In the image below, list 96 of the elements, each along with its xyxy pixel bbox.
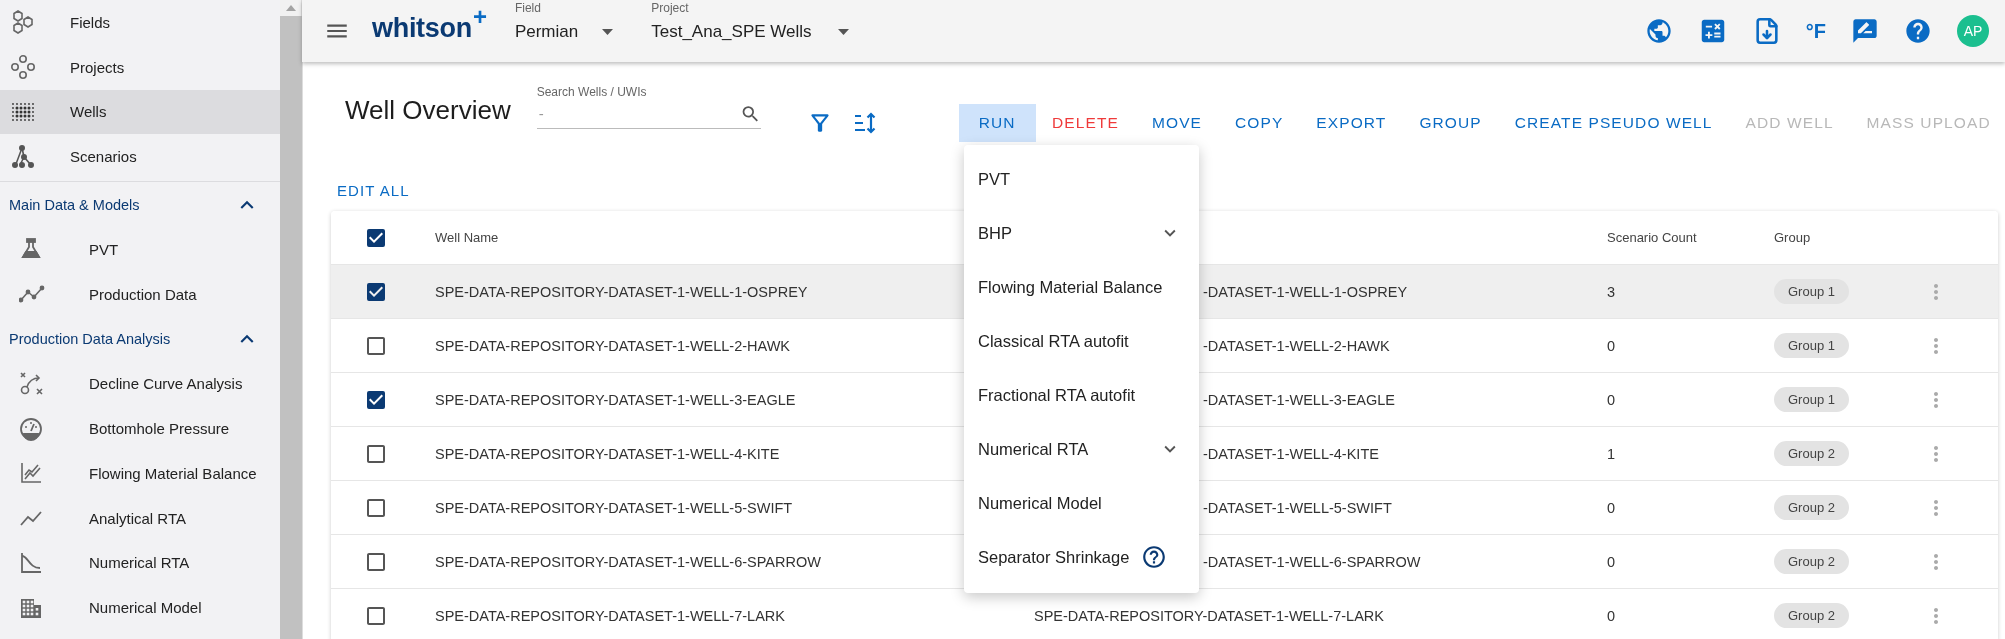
- nav-item[interactable]: Projects: [0, 44, 280, 90]
- table-cell: -DATASET-1-WELL-2-HAWK: [1203, 337, 1390, 354]
- menu-item[interactable]: Fractional RTA autofit: [964, 368, 1199, 422]
- group-tag: Group 1: [1774, 279, 1849, 304]
- section-title[interactable]: Production Data Analysis: [9, 330, 171, 347]
- field-label: Search Wells / UWIs: [536, 85, 648, 99]
- action-button[interactable]: GROUP: [1402, 104, 1499, 142]
- search-input[interactable]: -: [536, 104, 740, 123]
- nav-item[interactable]: Bottomhole Pressure: [0, 406, 280, 451]
- unit-button[interactable]: °F: [1805, 19, 1826, 43]
- table-cell: SPE-DATA-REPOSITORY-DATASET-1-WELL-1-OSPREY: [435, 283, 808, 300]
- nav-label: Bottomhole Pressure: [89, 420, 230, 438]
- hexagons-icon: [10, 9, 36, 36]
- table-cell: SPE-DATA-REPOSITORY-DATASET-1-WELL-7-LARK: [1034, 607, 1384, 624]
- table-cell: -DATASET-1-WELL-5-SWIFT: [1203, 499, 1392, 516]
- group-tag: Group 1: [1774, 333, 1849, 358]
- select-field[interactable]: Field Permian: [514, 0, 614, 62]
- group-tag: Group 2: [1774, 603, 1849, 628]
- dropdown-icon: [602, 29, 614, 35]
- crossed-curve-icon: [19, 370, 45, 397]
- nav-label: Wells: [70, 103, 107, 121]
- nav-item[interactable]: Production Data: [0, 271, 280, 317]
- menu-item[interactable]: Classical RTA autofit: [964, 314, 1199, 368]
- menu-item[interactable]: Numerical RTA: [964, 422, 1199, 476]
- section-title[interactable]: Main Data & Models: [9, 196, 140, 213]
- menu-item[interactable]: Separator Shrinkage: [964, 530, 1199, 584]
- nav-item[interactable]: Decline Curve Analysis: [0, 361, 280, 407]
- table-cell: 3: [1607, 283, 1616, 300]
- nav-label: Numerical Model: [89, 599, 202, 617]
- nav-label: Decline Curve Analysis: [89, 375, 243, 393]
- help-icon[interactable]: [1141, 544, 1168, 570]
- line-chart-icon: [19, 461, 43, 486]
- nav-label: Projects: [70, 58, 125, 76]
- nav-label: Numerical RTA: [89, 554, 190, 572]
- action-button[interactable]: MOVE: [1135, 104, 1219, 142]
- table-cell: -DATASET-1-WELL-6-SPARROW: [1203, 553, 1421, 570]
- nav-label: Flowing Material Balance: [89, 464, 257, 482]
- table-cell: 0: [1607, 337, 1616, 354]
- nav-item[interactable]: Flowing Material Balance: [0, 450, 280, 496]
- dropdown-icon: [837, 29, 849, 35]
- table-cell: SPE-DATA-REPOSITORY-DATASET-1-WELL-6-SPARROW: [435, 553, 821, 570]
- table-cell: SPE-DATA-REPOSITORY-DATASET-1-WELL-2-HAWK: [435, 337, 791, 354]
- globe-icon[interactable]: [1644, 17, 1673, 45]
- table-cell: SPE-DATA-REPOSITORY-DATASET-1-WELL-3-EAGLE: [435, 391, 796, 408]
- help-icon[interactable]: [1904, 17, 1932, 45]
- table-cell: 0: [1607, 391, 1616, 408]
- menu-item[interactable]: Flowing Material Balance: [964, 260, 1199, 314]
- action-button[interactable]: DELETE: [1035, 104, 1136, 142]
- nav-item[interactable]: PVT: [0, 227, 280, 272]
- table-cell: SPE-DATA-REPOSITORY-DATASET-1-WELL-4-KITE: [435, 445, 780, 462]
- nav-label: Scenarios: [70, 148, 137, 166]
- nav-item[interactable]: Analytical RTA: [0, 495, 280, 541]
- nav-label: Fields: [70, 13, 110, 31]
- scrollbar[interactable]: [280, 0, 302, 639]
- table-cell: -DATASET-1-WELL-4-KITE: [1203, 445, 1379, 462]
- table-cell: 0: [1607, 553, 1616, 570]
- column-header[interactable]: Scenario Count: [1607, 230, 1774, 245]
- menu-item[interactable]: BHP: [964, 206, 1199, 260]
- decline-curve-icon: [19, 550, 43, 575]
- table-cell: SPE-DATA-REPOSITORY-DATASET-1-WELL-5-SWIFT: [435, 499, 793, 516]
- circles-icon: [10, 54, 36, 81]
- sort-icon[interactable]: [852, 111, 877, 135]
- nav-item[interactable]: Scenarios: [0, 134, 280, 180]
- table-cell: SPE-DATA-REPOSITORY-DATASET-1-WELL-7-LARK: [435, 607, 785, 624]
- group-tag: Group 2: [1774, 549, 1849, 574]
- edit-all-button[interactable]: EDIT ALL: [331, 182, 410, 199]
- feedback-icon[interactable]: [1851, 17, 1879, 45]
- nav-item[interactable]: Wells: [0, 89, 280, 135]
- logo[interactable]: whitson+: [372, 12, 487, 44]
- node-tree-icon: [10, 143, 36, 170]
- group-tag: Group 2: [1774, 495, 1849, 520]
- page-title: Well Overview: [345, 94, 511, 126]
- nav-item[interactable]: Numerical RTA: [0, 540, 280, 586]
- action-button[interactable]: RUN: [958, 104, 1036, 142]
- menu-item[interactable]: PVT: [964, 152, 1199, 206]
- action-button[interactable]: EXPORT: [1299, 104, 1403, 142]
- column-header[interactable]: Group: [1774, 230, 1937, 245]
- table-cell: -DATASET-1-WELL-3-EAGLE: [1203, 391, 1396, 408]
- table-cell: -DATASET-1-WELL-1-OSPREY: [1203, 283, 1408, 300]
- nav-label: Production Data: [89, 285, 197, 303]
- action-button[interactable]: COPY: [1218, 104, 1300, 142]
- nav-label: PVT: [89, 240, 119, 258]
- nav-item[interactable]: Fields: [0, 0, 280, 45]
- table-cell: 1: [1607, 445, 1616, 462]
- nav-item[interactable]: Numerical Model: [0, 585, 280, 631]
- group-tag: Group 2: [1774, 441, 1849, 466]
- group-tag: Group 1: [1774, 387, 1849, 412]
- trend-line-icon: [19, 284, 45, 305]
- action-button[interactable]: CREATE PSEUDO WELL: [1498, 104, 1730, 142]
- table-row[interactable]: SPE-DATA-REPOSITORY-DATASET-1-WELL-7-LARK SPE-DATA-REPOSITORY-DATASET-1-WELL-7-LARK 0 Group 2: [331, 589, 1998, 639]
- table-cell: 0: [1607, 499, 1616, 516]
- nav-label: Analytical RTA: [89, 509, 186, 527]
- menu-item[interactable]: Numerical Model: [964, 476, 1199, 530]
- gauge-icon: [19, 416, 43, 441]
- table-cell: 0: [1607, 607, 1616, 624]
- select-field[interactable]: Project Test_Ana_SPE Wells: [651, 0, 849, 62]
